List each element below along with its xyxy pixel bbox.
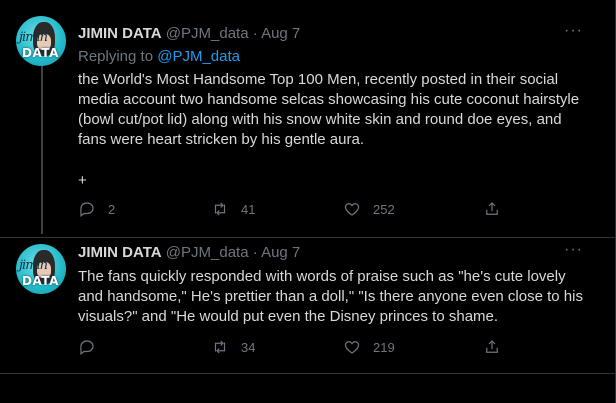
author-name[interactable]: JIMIN DATA xyxy=(78,25,162,42)
replying-to-label: Replying to xyxy=(78,48,154,65)
thread-line xyxy=(41,66,43,234)
more-icon[interactable]: ··· xyxy=(564,22,583,40)
avatar-script-text: jimin xyxy=(19,258,48,273)
tweet-date[interactable]: Aug 7 xyxy=(261,25,300,42)
tweet-actions: 34 219 xyxy=(78,338,598,358)
tweet-header: JIMIN DATA @PJM_data · Aug 7 xyxy=(78,243,300,263)
reply-count: 2 xyxy=(108,201,116,217)
tweet-actions: 2 41 252 xyxy=(78,200,598,220)
timeline: jimin DATA JIMIN DATA @PJM_data · Aug 7 … xyxy=(0,0,616,403)
retweet-button[interactable]: 34 xyxy=(211,338,255,356)
separator-dot: · xyxy=(252,25,258,42)
tweet-header: JIMIN DATA @PJM_data · Aug 7 xyxy=(78,24,300,44)
reply-icon xyxy=(80,340,94,355)
share-button[interactable] xyxy=(483,338,501,356)
more-icon[interactable]: ··· xyxy=(564,241,583,259)
like-count: 252 xyxy=(373,201,395,217)
like-count: 219 xyxy=(373,339,395,355)
like-button[interactable]: 219 xyxy=(343,338,395,356)
like-button[interactable]: 252 xyxy=(343,200,395,218)
avatar-brand-text: DATA xyxy=(22,46,59,60)
author-handle[interactable]: @PJM_data xyxy=(166,244,249,261)
retweet-count: 41 xyxy=(241,201,256,217)
retweet-button[interactable]: 41 xyxy=(211,200,255,218)
author-name[interactable]: JIMIN DATA xyxy=(78,244,162,261)
avatar[interactable]: jimin DATA xyxy=(16,16,66,66)
tweet-text: The fans quickly responded with words of… xyxy=(78,268,583,325)
avatar-script-text: jimin xyxy=(19,30,48,45)
reply-icon xyxy=(80,202,94,217)
reply-button[interactable]: 2 xyxy=(78,200,115,218)
replying-to: Replying to @PJM_data xyxy=(78,47,240,67)
share-button[interactable] xyxy=(483,200,501,218)
tweet-date[interactable]: Aug 7 xyxy=(261,244,300,261)
share-icon xyxy=(486,340,498,353)
heart-icon xyxy=(344,203,360,216)
separator-dot: · xyxy=(252,244,258,261)
replying-to-handle[interactable]: @PJM_data xyxy=(157,48,240,65)
tweet-trailing-symbol: + xyxy=(78,172,87,189)
tweet-card[interactable]: jimin DATA JIMIN DATA @PJM_data · Aug 7 … xyxy=(0,0,615,238)
retweet-count: 34 xyxy=(241,339,256,355)
reply-button[interactable] xyxy=(78,338,108,356)
avatar-brand-text: DATA xyxy=(22,274,59,288)
retweet-icon xyxy=(214,340,226,354)
tweet-divider xyxy=(0,373,615,374)
tweet-text: the World's Most Handsome Top 100 Men, r… xyxy=(78,71,580,148)
retweet-icon xyxy=(214,202,226,216)
heart-icon xyxy=(344,341,360,354)
avatar[interactable]: jimin DATA xyxy=(16,244,66,294)
share-icon xyxy=(486,202,498,215)
author-handle[interactable]: @PJM_data xyxy=(166,25,249,42)
